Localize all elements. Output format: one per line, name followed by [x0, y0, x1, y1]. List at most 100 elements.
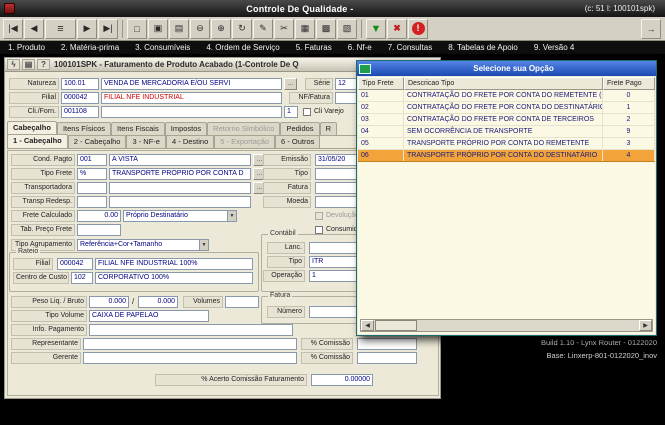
volumes-field[interactable] [225, 296, 259, 308]
cliforn-desc-field[interactable] [101, 106, 282, 118]
transp-redesp-code-field[interactable] [77, 196, 107, 208]
filial-code-field[interactable]: 000042 [61, 92, 99, 104]
dialog-row[interactable]: 05 TRANSPORTE PRÓPRIO POR CONTA DO REMET… [358, 138, 655, 150]
refresh-icon[interactable]: ↻ [232, 19, 252, 39]
rateio-filial-code-field[interactable]: 000042 [57, 258, 93, 270]
frete-calculado-field[interactable]: 0.00 [77, 210, 121, 222]
cond-pagto-desc-field[interactable]: A VISTA [109, 154, 251, 166]
exit-icon[interactable]: → [641, 19, 661, 39]
chevron-down-icon[interactable]: ▼ [227, 211, 236, 221]
dialog-row[interactable]: 02 CONTRATAÇÃO DO FRETE POR CONTA DO DES… [358, 102, 655, 114]
tab-retorno-simbolico[interactable]: Retorno Simbólico [207, 122, 280, 135]
nav-first-icon[interactable]: |◀ [3, 19, 23, 39]
scrollbar-thumb[interactable] [375, 320, 417, 331]
comissao1-field[interactable] [357, 338, 417, 350]
menu-item-faturas[interactable]: 5. Faturas [288, 41, 340, 54]
nav-last-icon[interactable]: ▶| [98, 19, 118, 39]
cliforn-code-field[interactable]: 001108 [61, 106, 99, 118]
new-document-icon[interactable]: □ [127, 19, 147, 39]
menu-item-produto[interactable]: 1. Produto [0, 41, 53, 54]
cond-pagto-label: Cond. Pagto [11, 154, 75, 166]
column-header-frete-pago[interactable]: Frete Pago [603, 77, 655, 90]
dialog-row[interactable]: 04 SEM OCORRÊNCIA DE TRANSPORTE 9 [358, 126, 655, 138]
transportadora-desc-field[interactable] [109, 182, 251, 194]
centro-custo-desc-field[interactable]: CORPORATIVO 100% [95, 272, 253, 284]
scrollbar-track[interactable] [417, 320, 639, 331]
browse-list-icon[interactable]: ≡ [45, 19, 76, 39]
column-header-tipo-frete[interactable]: Tipo Frete [358, 77, 404, 90]
tipo-frete-desc-field[interactable]: TRANSPORTE PRÓPRIO POR CONTA D [109, 168, 251, 180]
frete-destinatario-select[interactable]: Próprio Destinatário▼ [123, 210, 237, 222]
transportadora-code-field[interactable] [77, 182, 107, 194]
transp-redesp-desc-field[interactable] [109, 196, 251, 208]
subtab-6-outros[interactable]: 6 - Outros [275, 135, 320, 148]
subtab-1-cabecalho[interactable]: 1 - Cabeçalho [7, 134, 68, 148]
filial-desc-field[interactable]: FILIAL NFE INDUSTRIAL [101, 92, 282, 104]
tipo-volume-field[interactable]: CAIXA DE PAPELAO [89, 310, 209, 322]
help-icon[interactable]: ? [37, 59, 50, 70]
acerto-comissao-field[interactable]: 0.00000 [311, 374, 373, 386]
emissao-label: Emissão [263, 154, 311, 166]
cond-pagto-code-field[interactable]: 001 [77, 154, 107, 166]
comissao2-field[interactable] [357, 352, 417, 364]
zoom-out-icon[interactable]: ⊖ [190, 19, 210, 39]
report-icon[interactable]: ▧ [337, 19, 357, 39]
natureza-lookup-button[interactable]: ... [284, 78, 297, 90]
bolt-icon[interactable]: ϟ [7, 59, 20, 70]
zoom-in-icon[interactable]: ⊕ [211, 19, 231, 39]
menu-item-tabelas-apoio[interactable]: 8. Tabelas de Apoio [440, 41, 526, 54]
alert-icon[interactable]: ! [408, 19, 428, 39]
tab-cabecalho[interactable]: Cabeçalho [7, 121, 57, 135]
natureza-code-field[interactable]: 100.01 [61, 78, 99, 90]
dialog-row[interactable]: 03 CONTRATAÇÃO DO FRETE POR CONTA DE TER… [358, 114, 655, 126]
copy-document-icon[interactable]: ▣ [148, 19, 168, 39]
consumidor-final-checkbox[interactable] [315, 226, 323, 234]
download-icon[interactable]: ▼ [366, 19, 386, 39]
centro-custo-code-field[interactable]: 102 [71, 272, 93, 284]
column-header-descricao-tipo[interactable]: Descricao Tipo [404, 77, 603, 90]
subtab-5-exportacao[interactable]: 5 - Exportação [214, 135, 275, 148]
subtab-3-nfe[interactable]: 3 - NF-e [126, 135, 166, 148]
delete-icon[interactable]: ✖ [387, 19, 407, 39]
peso-bruto-field[interactable]: 0.000 [138, 296, 178, 308]
tab-preco-frete-field[interactable] [77, 224, 121, 236]
info-pagamento-field[interactable] [89, 324, 293, 336]
devolucao-checkbox[interactable] [315, 212, 323, 220]
rateio-filial-desc-field[interactable]: FILIAL NFE INDUSTRIAL 100% [95, 258, 253, 270]
print-icon[interactable]: ▤ [169, 19, 189, 39]
menu-item-materia-prima[interactable]: 2. Matéria-prima [53, 41, 127, 54]
tab-pedidos[interactable]: Pedidos [280, 122, 319, 135]
tab-impostos[interactable]: Impostos [165, 122, 207, 135]
menu-item-nfe[interactable]: 6. Nf-e [340, 41, 380, 54]
acerto-comissao-label: % Acerto Comissão Faturamento [155, 374, 307, 386]
scroll-right-icon[interactable]: ▶ [639, 320, 652, 331]
scroll-left-icon[interactable]: ◀ [361, 320, 374, 331]
subtab-2-cabecalho[interactable]: 2 - Cabeçalho [68, 135, 127, 148]
row-desc: CONTRATAÇÃO DO FRETE POR CONTA DO REMETE… [404, 90, 603, 101]
nav-next-icon[interactable]: ▶ [77, 19, 97, 39]
subtab-4-destino[interactable]: 4 - Destino [166, 135, 214, 148]
tipo-frete-code-field[interactable]: % [77, 168, 107, 180]
menu-item-consumiveis[interactable]: 3. Consumíveis [127, 41, 198, 54]
calendar-icon[interactable]: ▩ [316, 19, 336, 39]
print-icon[interactable]: ▤ [22, 59, 35, 70]
nav-prev-icon[interactable]: ◀ [24, 19, 44, 39]
menu-item-versao4[interactable]: 9. Versão 4 [526, 41, 582, 54]
dialog-row-selected[interactable]: 06 TRANSPORTE PRÓPRIO POR CONTA DO DESTI… [358, 150, 655, 162]
edit-icon[interactable]: ✎ [253, 19, 273, 39]
dialog-row[interactable]: 01 CONTRATAÇÃO DO FRETE POR CONTA DO REM… [358, 90, 655, 102]
cli-varejo-checkbox[interactable] [303, 108, 311, 116]
calculator-icon[interactable]: ▦ [295, 19, 315, 39]
tab-r[interactable]: R [320, 122, 337, 135]
natureza-desc-field[interactable]: VENDA DE MERCADORIA E/OU SERVI [101, 78, 282, 90]
cliforn-seq-field[interactable]: 1 [284, 106, 298, 118]
tab-itens-fiscais[interactable]: Itens Fiscais [111, 122, 165, 135]
cut-icon[interactable]: ✂ [274, 19, 294, 39]
representante-field[interactable] [83, 338, 297, 350]
tipo-agrupamento-select[interactable]: Referência+Cor+Tamanho▼ [77, 239, 209, 251]
peso-liq-field[interactable]: 0.000 [89, 296, 129, 308]
menu-item-consultas[interactable]: 7. Consultas [380, 41, 440, 54]
chevron-down-icon[interactable]: ▼ [199, 240, 208, 250]
gerente-field[interactable] [83, 352, 297, 364]
menu-item-ordem-servico[interactable]: 4. Ordem de Serviço [198, 41, 287, 54]
